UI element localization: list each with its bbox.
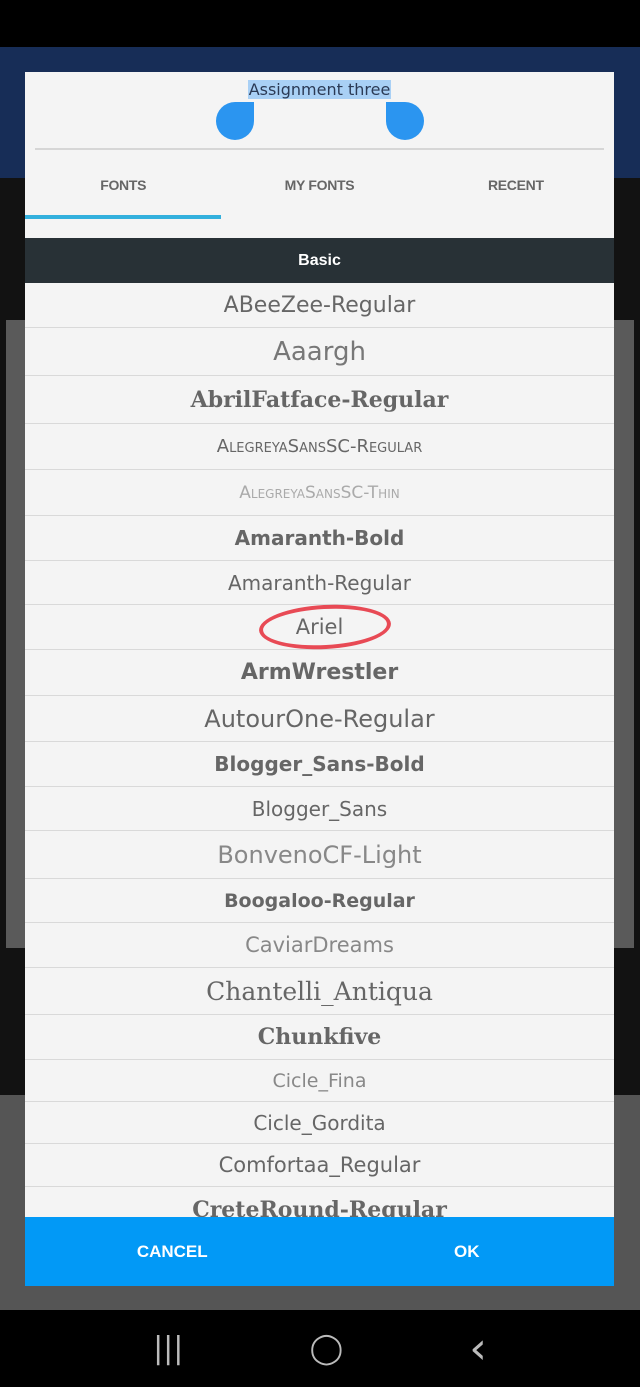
font-item[interactable]: Cicle_Gordita [25, 1102, 614, 1144]
font-name: CaviarDreams [245, 933, 394, 957]
font-item[interactable]: Comfortaa_Regular [25, 1144, 614, 1187]
font-item[interactable]: AlegreyaSansSC-Regular [25, 424, 614, 470]
tab-bar: FONTS MY FONTS RECENT [25, 160, 614, 220]
font-item[interactable]: Amaranth-Regular [25, 561, 614, 605]
font-item[interactable]: BonvenoCF-Light [25, 831, 614, 879]
font-picker-dialog: Assignment three FONTS MY FONTS RECENT B… [25, 72, 614, 1286]
font-name: Chantelli_Antiqua [206, 976, 433, 1006]
font-name: Comfortaa_Regular [218, 1153, 421, 1177]
dialog-buttons: CANCEL OK [25, 1217, 614, 1286]
font-item[interactable]: ABeeZee-Regular [25, 283, 614, 328]
font-list[interactable]: ABeeZee-Regular Aaargh AbrilFatface-Regula… [25, 283, 614, 1227]
font-item[interactable]: Chantelli_Antiqua [25, 968, 614, 1015]
font-item[interactable]: AbrilFatface-Regular [25, 376, 614, 424]
section-header: Basic [25, 238, 614, 283]
tab-fonts[interactable]: FONTS [25, 160, 221, 220]
home-button[interactable]: ◯ [310, 1331, 344, 1366]
font-name: Blogger_Sans [251, 796, 388, 821]
status-bar [0, 0, 640, 47]
text-preview[interactable]: Assignment three [25, 80, 614, 100]
font-name: Boogaloo-Regular [224, 889, 415, 912]
tab-recent[interactable]: RECENT [418, 160, 614, 220]
font-name: ArmWrestler [240, 660, 399, 685]
font-item[interactable]: AutourOne-Regular [25, 696, 614, 742]
font-name: Amaranth-Bold [234, 526, 405, 550]
font-item[interactable]: Amaranth-Bold [25, 516, 614, 561]
divider [35, 148, 604, 150]
recents-button[interactable]: ||| [153, 1331, 183, 1366]
font-name: AbrilFatface-Regular [190, 386, 449, 413]
font-name: AutourOne-Regular [204, 704, 435, 733]
font-name: AlegreyaSansSC-Regular [216, 436, 423, 457]
font-name: ABeeZee-Regular [223, 292, 416, 318]
font-name: Amaranth-Regular [227, 570, 412, 595]
font-item[interactable]: Boogaloo-Regular [25, 879, 614, 923]
font-name: Cicle_Gordita [253, 1110, 386, 1135]
font-item[interactable]: CaviarDreams [25, 923, 614, 968]
font-item[interactable]: Blogger_Sans [25, 787, 614, 831]
font-name: Aaargh [273, 336, 366, 367]
cancel-button[interactable]: CANCEL [25, 1217, 320, 1286]
font-name: BonvenoCF-Light [217, 840, 422, 869]
tab-my-fonts[interactable]: MY FONTS [221, 160, 417, 220]
font-item[interactable]: ArmWrestler [25, 650, 614, 696]
font-name: Blogger_Sans-Bold [214, 752, 425, 776]
system-nav-bar: ||| ◯ ‹ [0, 1310, 640, 1387]
font-item[interactable]: Blogger_Sans-Bold [25, 742, 614, 787]
font-name: Cicle_Fina [272, 1069, 367, 1092]
font-item[interactable]: Chunkfive [25, 1015, 614, 1060]
ok-button[interactable]: OK [320, 1217, 615, 1286]
selection-handle-left[interactable] [216, 102, 254, 140]
font-item[interactable]: Ariel [25, 601, 614, 653]
back-button[interactable]: ‹ [469, 1323, 487, 1374]
tab-indicator [25, 215, 221, 219]
selection-handle-right[interactable] [386, 102, 424, 140]
highlight-circle [257, 601, 393, 653]
selected-text: Assignment three [247, 80, 392, 99]
font-item[interactable]: Cicle_Fina [25, 1060, 614, 1102]
font-name: Chunkfive [257, 1024, 382, 1050]
font-name: AlegreyaSansSC-Thin [239, 482, 400, 503]
font-item[interactable]: AlegreyaSansSC-Thin [25, 470, 614, 516]
font-item[interactable]: Aaargh [25, 328, 614, 376]
